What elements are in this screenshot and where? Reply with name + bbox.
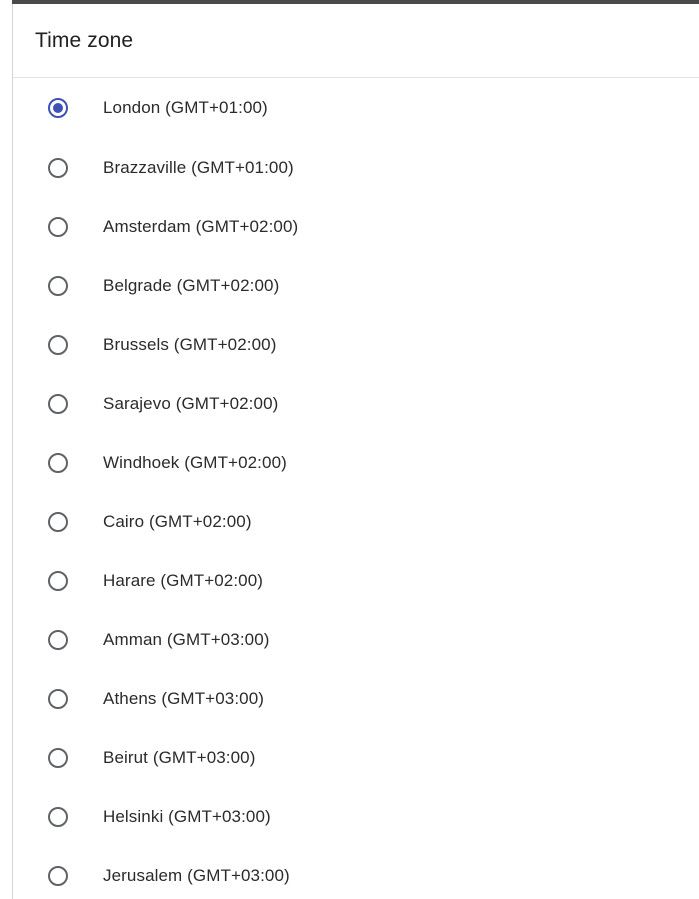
timezone-label: Amsterdam (GMT+02:00) [103,216,299,236]
timezone-label: Beirut (GMT+03:00) [103,747,256,767]
timezone-label: Jerusalem (GMT+03:00) [103,865,290,885]
timezone-label: Brazzaville (GMT+01:00) [103,157,294,177]
radio-button[interactable] [48,688,68,709]
radio-button[interactable] [48,393,68,414]
dialog-header: Time zone [13,4,699,78]
radio-button[interactable] [48,629,68,650]
timezone-label: Brussels (GMT+02:00) [103,334,277,354]
timezone-dialog: Time zone London (GMT+01:00) Brazzaville… [12,4,699,899]
timezone-option[interactable]: Cairo (GMT+02:00) [13,492,699,551]
timezone-option[interactable]: Helsinki (GMT+03:00) [13,787,699,846]
timezone-option[interactable]: Windhoek (GMT+02:00) [13,433,699,492]
radio-button[interactable] [48,806,68,827]
radio-button[interactable] [48,275,68,296]
screen: Time zone London (GMT+01:00) Brazzaville… [0,0,699,899]
timezone-option[interactable]: Beirut (GMT+03:00) [13,728,699,787]
radio-button[interactable] [48,747,68,768]
timezone-option[interactable]: Sarajevo (GMT+02:00) [13,374,699,433]
timezone-option[interactable]: London (GMT+01:00) [13,78,699,138]
dialog-title: Time zone [35,28,134,52]
timezone-option[interactable]: Amman (GMT+03:00) [13,610,699,669]
timezone-option[interactable]: Harare (GMT+02:00) [13,551,699,610]
timezone-label: Athens (GMT+03:00) [103,688,265,708]
timezone-option[interactable]: Brussels (GMT+02:00) [13,315,699,374]
timezone-option[interactable]: Amsterdam (GMT+02:00) [13,197,699,256]
radio-button[interactable] [48,570,68,591]
radio-selected-dot-icon [53,103,63,113]
timezone-option[interactable]: Brazzaville (GMT+01:00) [13,138,699,197]
timezone-label: Amman (GMT+03:00) [103,629,270,649]
radio-button[interactable] [48,452,68,473]
window-left-margin [0,0,12,899]
radio-button[interactable] [48,98,68,118]
timezone-label: Windhoek (GMT+02:00) [103,452,287,472]
timezone-list: London (GMT+01:00) Brazzaville (GMT+01:0… [13,78,699,899]
radio-button[interactable] [48,865,68,886]
timezone-label: London (GMT+01:00) [103,98,268,117]
radio-button[interactable] [48,334,68,355]
timezone-label: Cairo (GMT+02:00) [103,511,252,531]
radio-button[interactable] [48,157,68,178]
timezone-label: Sarajevo (GMT+02:00) [103,393,279,413]
timezone-label: Helsinki (GMT+03:00) [103,806,271,826]
radio-button[interactable] [48,216,68,237]
timezone-label: Belgrade (GMT+02:00) [103,275,280,295]
timezone-option[interactable]: Jerusalem (GMT+03:00) [13,846,699,899]
radio-button[interactable] [48,511,68,532]
timezone-label: Harare (GMT+02:00) [103,570,264,590]
timezone-option[interactable]: Belgrade (GMT+02:00) [13,256,699,315]
timezone-option[interactable]: Athens (GMT+03:00) [13,669,699,728]
